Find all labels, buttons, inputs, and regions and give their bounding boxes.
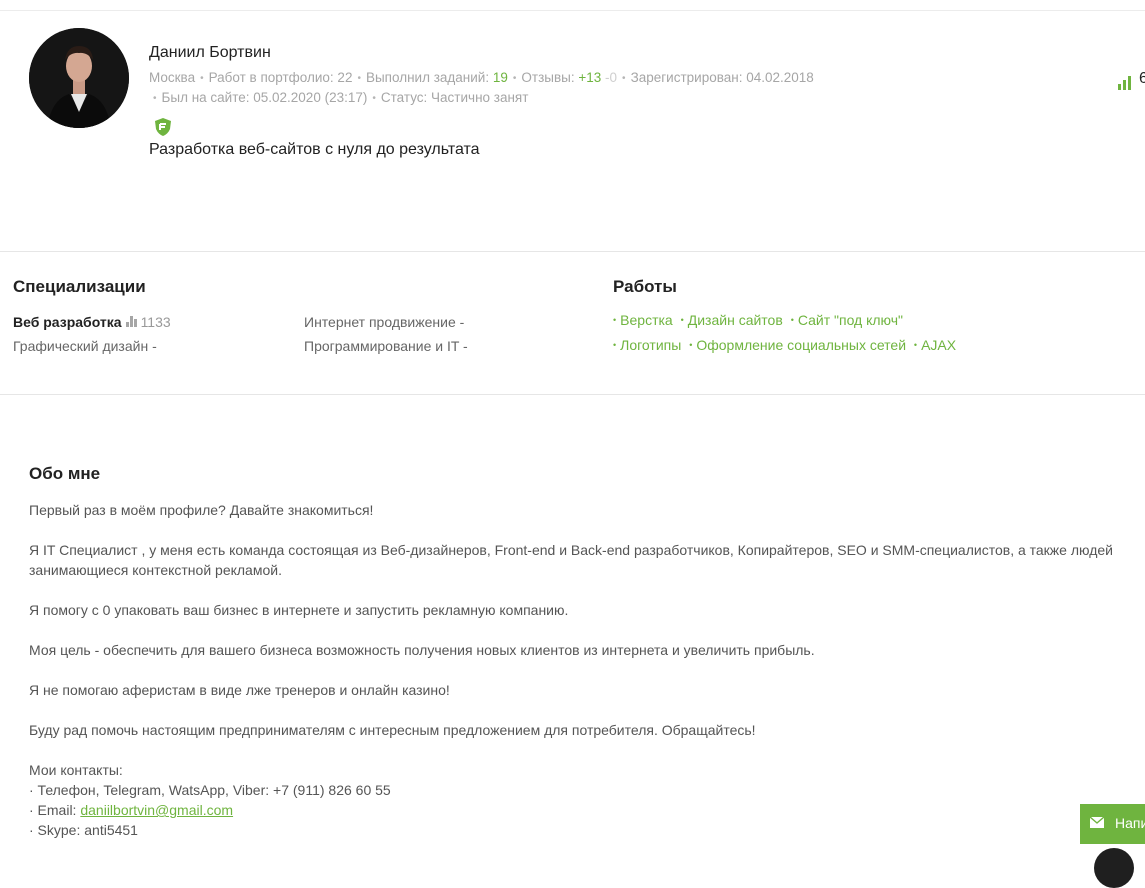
contact-email-line: · Email: daniilbortvin@gmail.com <box>29 802 234 818</box>
rating-value: 6 <box>1139 70 1145 87</box>
contacts-title: Мои контакты: <box>29 762 123 778</box>
about-paragraph: Моя цель - обеспечить для вашего бизнеса… <box>29 642 815 658</box>
spec-programming-it[interactable]: Программирование и IT - <box>304 338 468 354</box>
reviews-positive[interactable]: +13 <box>578 70 601 85</box>
profile-name: Даниил Бортвин <box>149 44 271 61</box>
contact-skype: · Skype: anti5451 <box>29 822 138 838</box>
work-tag-logos[interactable]: Логотипы <box>620 337 681 353</box>
rank-bars-icon <box>125 316 138 327</box>
specializations-title: Специализации <box>13 277 146 296</box>
work-tag-turnkey-site[interactable]: Сайт "под ключ" <box>798 312 903 328</box>
about-paragraph: Первый раз в моём профиле? Давайте знако… <box>29 502 374 518</box>
section-divider <box>0 394 1145 395</box>
registered-date: Зарегистрирован: 04.02.2018 <box>630 70 814 85</box>
works-tags-row-1: • Верстка • Дизайн сайтов • Сайт "под ключ" <box>613 312 904 328</box>
profile-meta-line-1: Москва • Работ в портфолио: 22 • Выполнил за… <box>149 70 814 85</box>
about-paragraph: Я IT Специалист , у меня есть команда со… <box>29 542 1113 558</box>
verified-shield-icon <box>153 117 173 137</box>
section-divider <box>0 251 1145 252</box>
about-title: Обо мне <box>29 464 101 483</box>
avatar[interactable] <box>29 28 129 128</box>
spec-internet-promotion[interactable]: Интернет продвижение - <box>304 314 464 330</box>
about-paragraph: Я не помогаю аферистам в виде лже тренер… <box>29 682 450 698</box>
status: Статус: Частично занят <box>380 90 529 105</box>
about-paragraph: Я помогу с 0 упаковать ваш бизнес в инте… <box>29 602 569 618</box>
contact-email-link[interactable]: daniilbortvin@gmail.com <box>80 802 233 818</box>
rating-bars-icon <box>1118 84 1121 90</box>
portfolio-count[interactable]: Работ в портфолио: 22 <box>209 70 353 85</box>
about-paragraph: Буду рад помочь настоящим предпринимател… <box>29 722 756 738</box>
top-divider <box>0 10 1145 11</box>
works-title: Работы <box>613 277 677 296</box>
profile-meta-line-2: • Был на сайте: 05.02.2020 (23:17) • Статус… <box>153 90 529 105</box>
tasks-value: 19 <box>492 70 508 85</box>
contact-phone: · Телефон, Telegram, WatsApp, Viber: +7 … <box>29 782 391 798</box>
spec-graphic-design[interactable]: Графический дизайн - <box>13 338 157 354</box>
last-seen: Был на сайте: 05.02.2020 (23:17) <box>161 90 368 105</box>
work-tag-ajax[interactable]: AJAX <box>921 337 956 353</box>
work-tag-web-design[interactable]: Дизайн сайтов <box>688 312 783 328</box>
works-tags-row-2: • Логотипы • Оформление социальных сетей •… <box>613 337 957 353</box>
rating: 6 <box>1118 70 1145 90</box>
work-tag-markup[interactable]: Верстка <box>620 312 673 328</box>
reviews-negative[interactable]: -0 <box>605 70 617 85</box>
send-message-button[interactable]: Напи <box>1080 804 1145 844</box>
reviews-label: Отзывы: <box>521 70 575 85</box>
profile-tagline: Разработка веб-сайтов с нуля до результа… <box>149 141 480 158</box>
chat-round-button[interactable] <box>1094 848 1134 888</box>
city: Москва <box>149 70 196 85</box>
tasks-label: Выполнил заданий: <box>365 70 490 85</box>
spec-rank: 1133 <box>140 314 171 330</box>
work-tag-social-design[interactable]: Оформление социальных сетей <box>696 337 906 353</box>
spec-web-development[interactable]: Веб разработка 1133 <box>13 314 171 330</box>
about-paragraph: занимающиеся контекстной рекламой. <box>29 562 282 578</box>
envelope-icon <box>1090 817 1104 828</box>
